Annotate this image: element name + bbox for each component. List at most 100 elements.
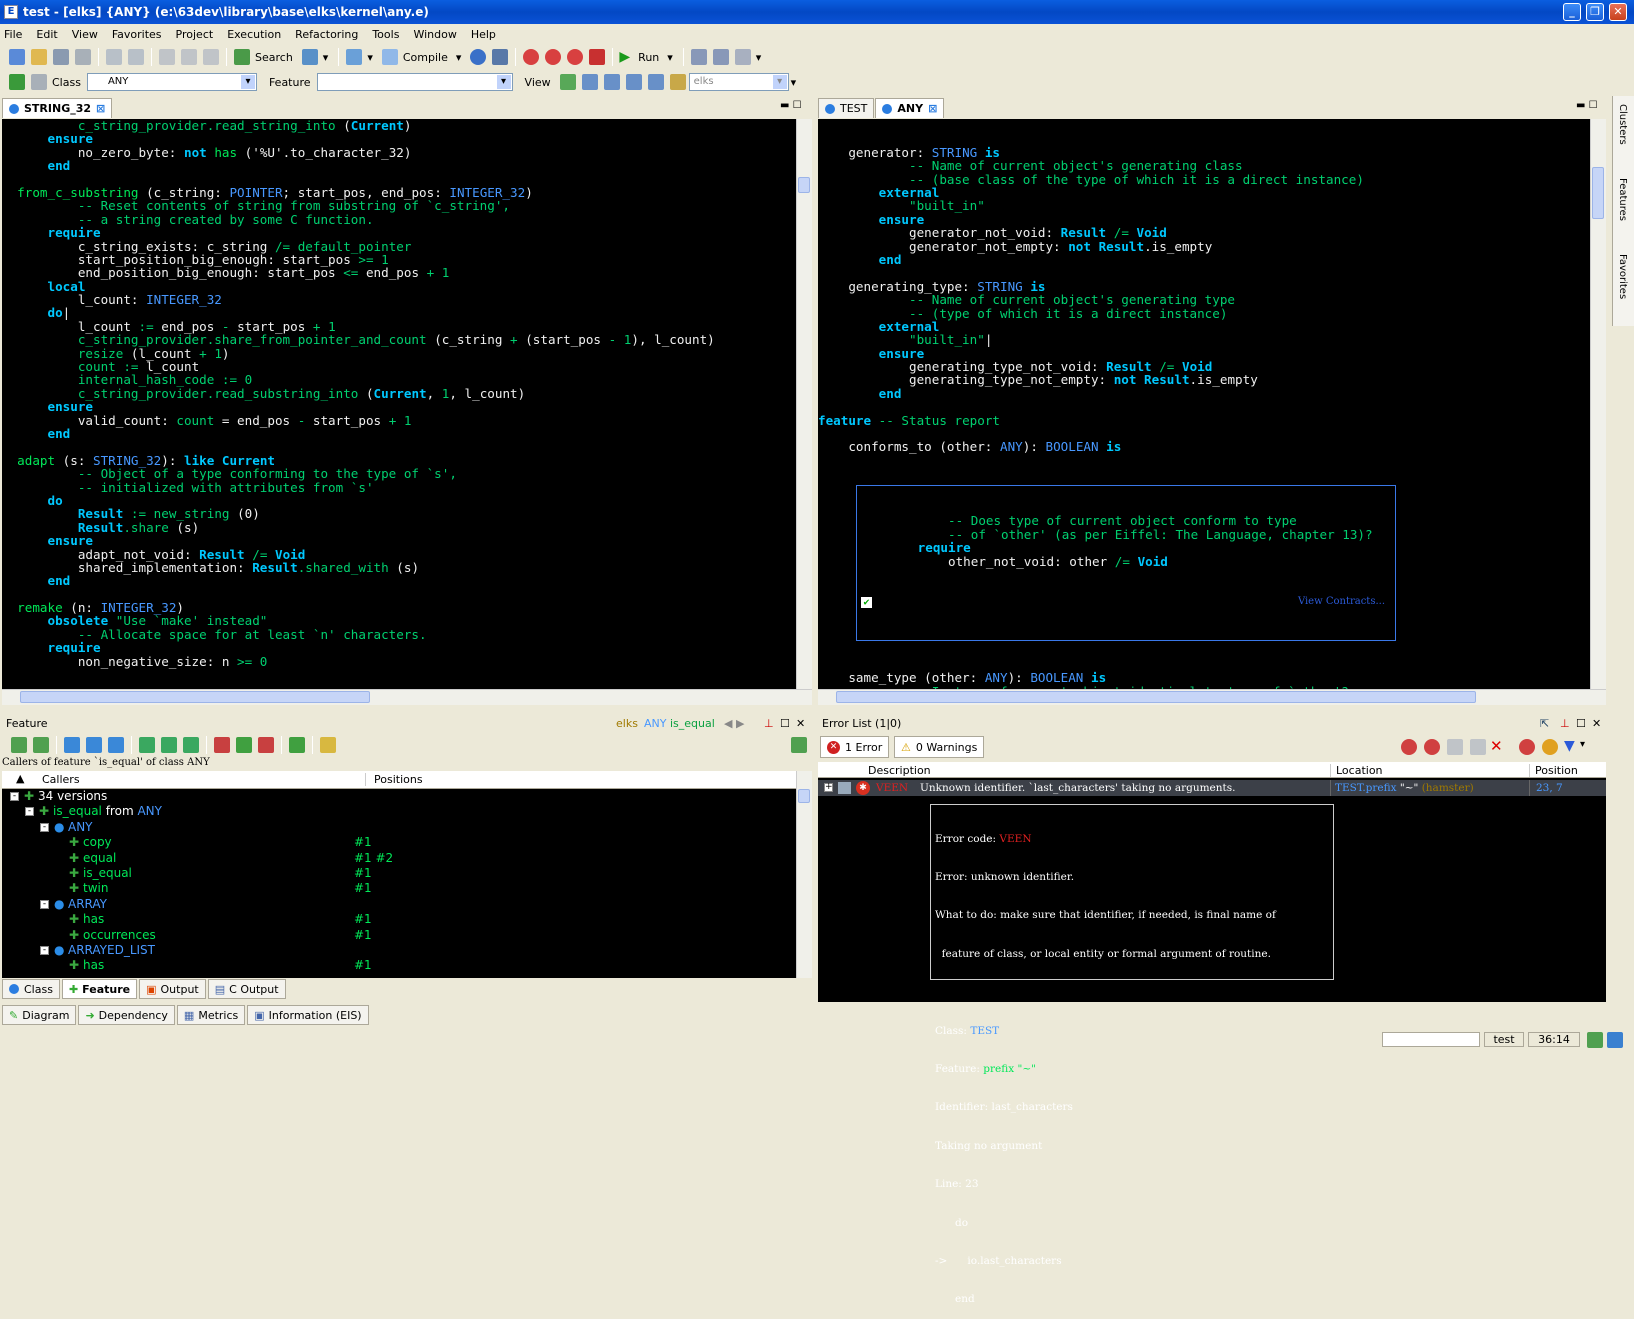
minimize-button[interactable]: _ bbox=[1563, 3, 1581, 21]
tree-row[interactable]: ✚ has #1 bbox=[2, 958, 796, 973]
print-error-icon[interactable] bbox=[1470, 739, 1486, 755]
tab-string-32[interactable]: STRING_32 ⊠ bbox=[2, 98, 113, 118]
edit-icon[interactable] bbox=[791, 737, 807, 753]
position-column[interactable]: Position bbox=[1529, 764, 1578, 777]
previous-error-icon[interactable] bbox=[1424, 739, 1440, 755]
maximize-button[interactable]: ❐ bbox=[1586, 3, 1604, 21]
side-tab-clusters[interactable]: Clusters bbox=[1617, 104, 1628, 145]
pin-icon[interactable]: ⊥ bbox=[1560, 717, 1570, 730]
breakpoint-clear-icon[interactable] bbox=[567, 49, 584, 65]
tab-test[interactable]: TEST bbox=[818, 98, 875, 118]
tree-vscrollbar[interactable] bbox=[796, 771, 812, 978]
collapse-icon[interactable]: - bbox=[25, 807, 34, 817]
close-tab-icon[interactable]: ⊠ bbox=[96, 102, 105, 115]
menu-project[interactable]: Project bbox=[176, 28, 214, 41]
menu-favorites[interactable]: Favorites bbox=[112, 28, 162, 41]
menu-view[interactable]: View bbox=[72, 28, 98, 41]
fix-error-icon[interactable] bbox=[1519, 739, 1535, 755]
scroll-thumb[interactable] bbox=[1592, 167, 1604, 219]
cut-icon[interactable] bbox=[159, 49, 175, 65]
sort-up-icon[interactable]: ▲ bbox=[16, 772, 24, 785]
feature-value[interactable]: prefix "~" bbox=[983, 1063, 1036, 1075]
dropdown-arrow-icon[interactable]: ▾ bbox=[756, 51, 762, 64]
positions-column[interactable]: Positions bbox=[365, 773, 423, 786]
left-editor-hscrollbar[interactable] bbox=[2, 689, 812, 705]
dropdown-arrow-icon[interactable]: ▾ bbox=[367, 51, 373, 64]
menu-window[interactable]: Window bbox=[413, 28, 456, 41]
tree-row[interactable]: ✚ equal #1 #2 bbox=[2, 851, 796, 866]
tree-item-positions[interactable]: #1 bbox=[354, 881, 372, 896]
descendants-icon[interactable] bbox=[236, 737, 252, 753]
tab-diagram[interactable]: ✎ Diagram bbox=[2, 1005, 77, 1025]
diagram-icon[interactable] bbox=[301, 49, 318, 65]
error-location[interactable]: TEST.prefix "~" (hamster) bbox=[1330, 780, 1530, 796]
location-column[interactable]: Location bbox=[1330, 764, 1383, 777]
collapse-icon[interactable]: - bbox=[40, 899, 49, 909]
callers-icon[interactable] bbox=[64, 737, 80, 753]
scroll-thumb[interactable] bbox=[20, 691, 370, 703]
step-into-icon[interactable] bbox=[712, 49, 729, 65]
menu-file[interactable]: File bbox=[4, 28, 22, 41]
menu-refactoring[interactable]: Refactoring bbox=[295, 28, 358, 41]
edit-status-icon[interactable] bbox=[1587, 1032, 1603, 1048]
side-tab-favorites[interactable]: Favorites bbox=[1617, 254, 1628, 299]
collapse-icon[interactable]: - bbox=[40, 946, 49, 955]
save-icon[interactable] bbox=[53, 49, 69, 65]
dropdown-arrow-icon[interactable]: ▾ bbox=[456, 51, 462, 64]
tree-row[interactable]: - ● ARRAY bbox=[2, 897, 796, 912]
context-library[interactable]: elks bbox=[616, 717, 638, 730]
tree-item-positions[interactable]: #1 bbox=[354, 928, 372, 943]
context-feature[interactable]: is_equal bbox=[670, 717, 715, 730]
minimize-pane-icon[interactable]: ▬ ☐ bbox=[1576, 100, 1598, 111]
assigners-icon[interactable] bbox=[139, 737, 155, 753]
finalize-icon[interactable] bbox=[492, 49, 509, 65]
back-icon[interactable] bbox=[9, 74, 25, 90]
compile-status-icon[interactable] bbox=[1607, 1032, 1623, 1048]
dropdown-arrow-icon[interactable]: ▾ bbox=[791, 76, 797, 89]
collapse-icon[interactable]: - bbox=[10, 792, 19, 801]
breakpoint-icon[interactable] bbox=[523, 49, 540, 65]
library-icon[interactable] bbox=[669, 74, 686, 90]
tree-row[interactable]: ✚ occurrences #1 bbox=[2, 928, 796, 943]
tree-row[interactable]: ✚ twin #1 bbox=[2, 881, 796, 896]
forward-icon[interactable] bbox=[31, 74, 47, 90]
pin-checkbox-icon[interactable]: ✔ bbox=[861, 596, 872, 608]
minimize-pane-icon[interactable]: ▬ ☐ bbox=[780, 100, 802, 111]
menu-edit[interactable]: Edit bbox=[36, 28, 57, 41]
flat-view-icon[interactable] bbox=[581, 74, 598, 90]
dropdown-arrow-icon[interactable]: ▾ bbox=[667, 51, 673, 64]
callers-column[interactable]: Callers bbox=[42, 773, 80, 786]
tree-row[interactable]: ✚ has #1 bbox=[2, 912, 796, 927]
creators-icon[interactable] bbox=[108, 737, 124, 753]
tree-row[interactable]: - ● ANY bbox=[2, 820, 796, 835]
go-to-error-icon[interactable] bbox=[1401, 739, 1417, 755]
filter-icon[interactable] bbox=[320, 737, 336, 753]
stop-icon[interactable] bbox=[589, 49, 606, 65]
history-nav-icon[interactable]: ◀ ▶ bbox=[724, 717, 744, 730]
tree-item-positions[interactable]: #1 bbox=[354, 958, 372, 973]
copy-error-icon[interactable] bbox=[1447, 739, 1463, 755]
edit-view-icon[interactable] bbox=[559, 74, 576, 90]
close-pane-icon[interactable]: ✕ bbox=[1592, 717, 1601, 730]
redo-icon[interactable] bbox=[128, 49, 144, 65]
close-pane-icon[interactable]: ✕ bbox=[796, 717, 805, 730]
search-button[interactable]: Search bbox=[255, 51, 293, 64]
menu-tools[interactable]: Tools bbox=[372, 28, 399, 41]
tree-row[interactable]: ✚ is_equal #1 bbox=[2, 866, 796, 881]
contract-view-icon[interactable] bbox=[603, 74, 620, 90]
feature-combo[interactable] bbox=[316, 73, 513, 91]
open-icon[interactable] bbox=[31, 49, 47, 65]
pin-icon[interactable]: ⊥ bbox=[764, 717, 774, 730]
run-button[interactable]: Run bbox=[638, 51, 659, 64]
tree-row[interactable]: - ✚ 34 versions bbox=[2, 789, 796, 804]
assignees-icon[interactable] bbox=[161, 737, 177, 753]
copy-icon[interactable] bbox=[181, 49, 197, 65]
left-editor-vscrollbar[interactable] bbox=[796, 119, 812, 689]
step-out-icon[interactable] bbox=[734, 49, 751, 65]
close-tab-icon[interactable]: ⊠ bbox=[928, 102, 937, 115]
view-contracts-link[interactable]: View Contracts... bbox=[1298, 595, 1385, 608]
filter-icon[interactable]: ▼ bbox=[1564, 738, 1575, 754]
new-icon[interactable] bbox=[9, 49, 25, 65]
dropdown-arrow-icon[interactable]: ▾ bbox=[1580, 739, 1585, 750]
info-icon[interactable] bbox=[470, 49, 487, 65]
